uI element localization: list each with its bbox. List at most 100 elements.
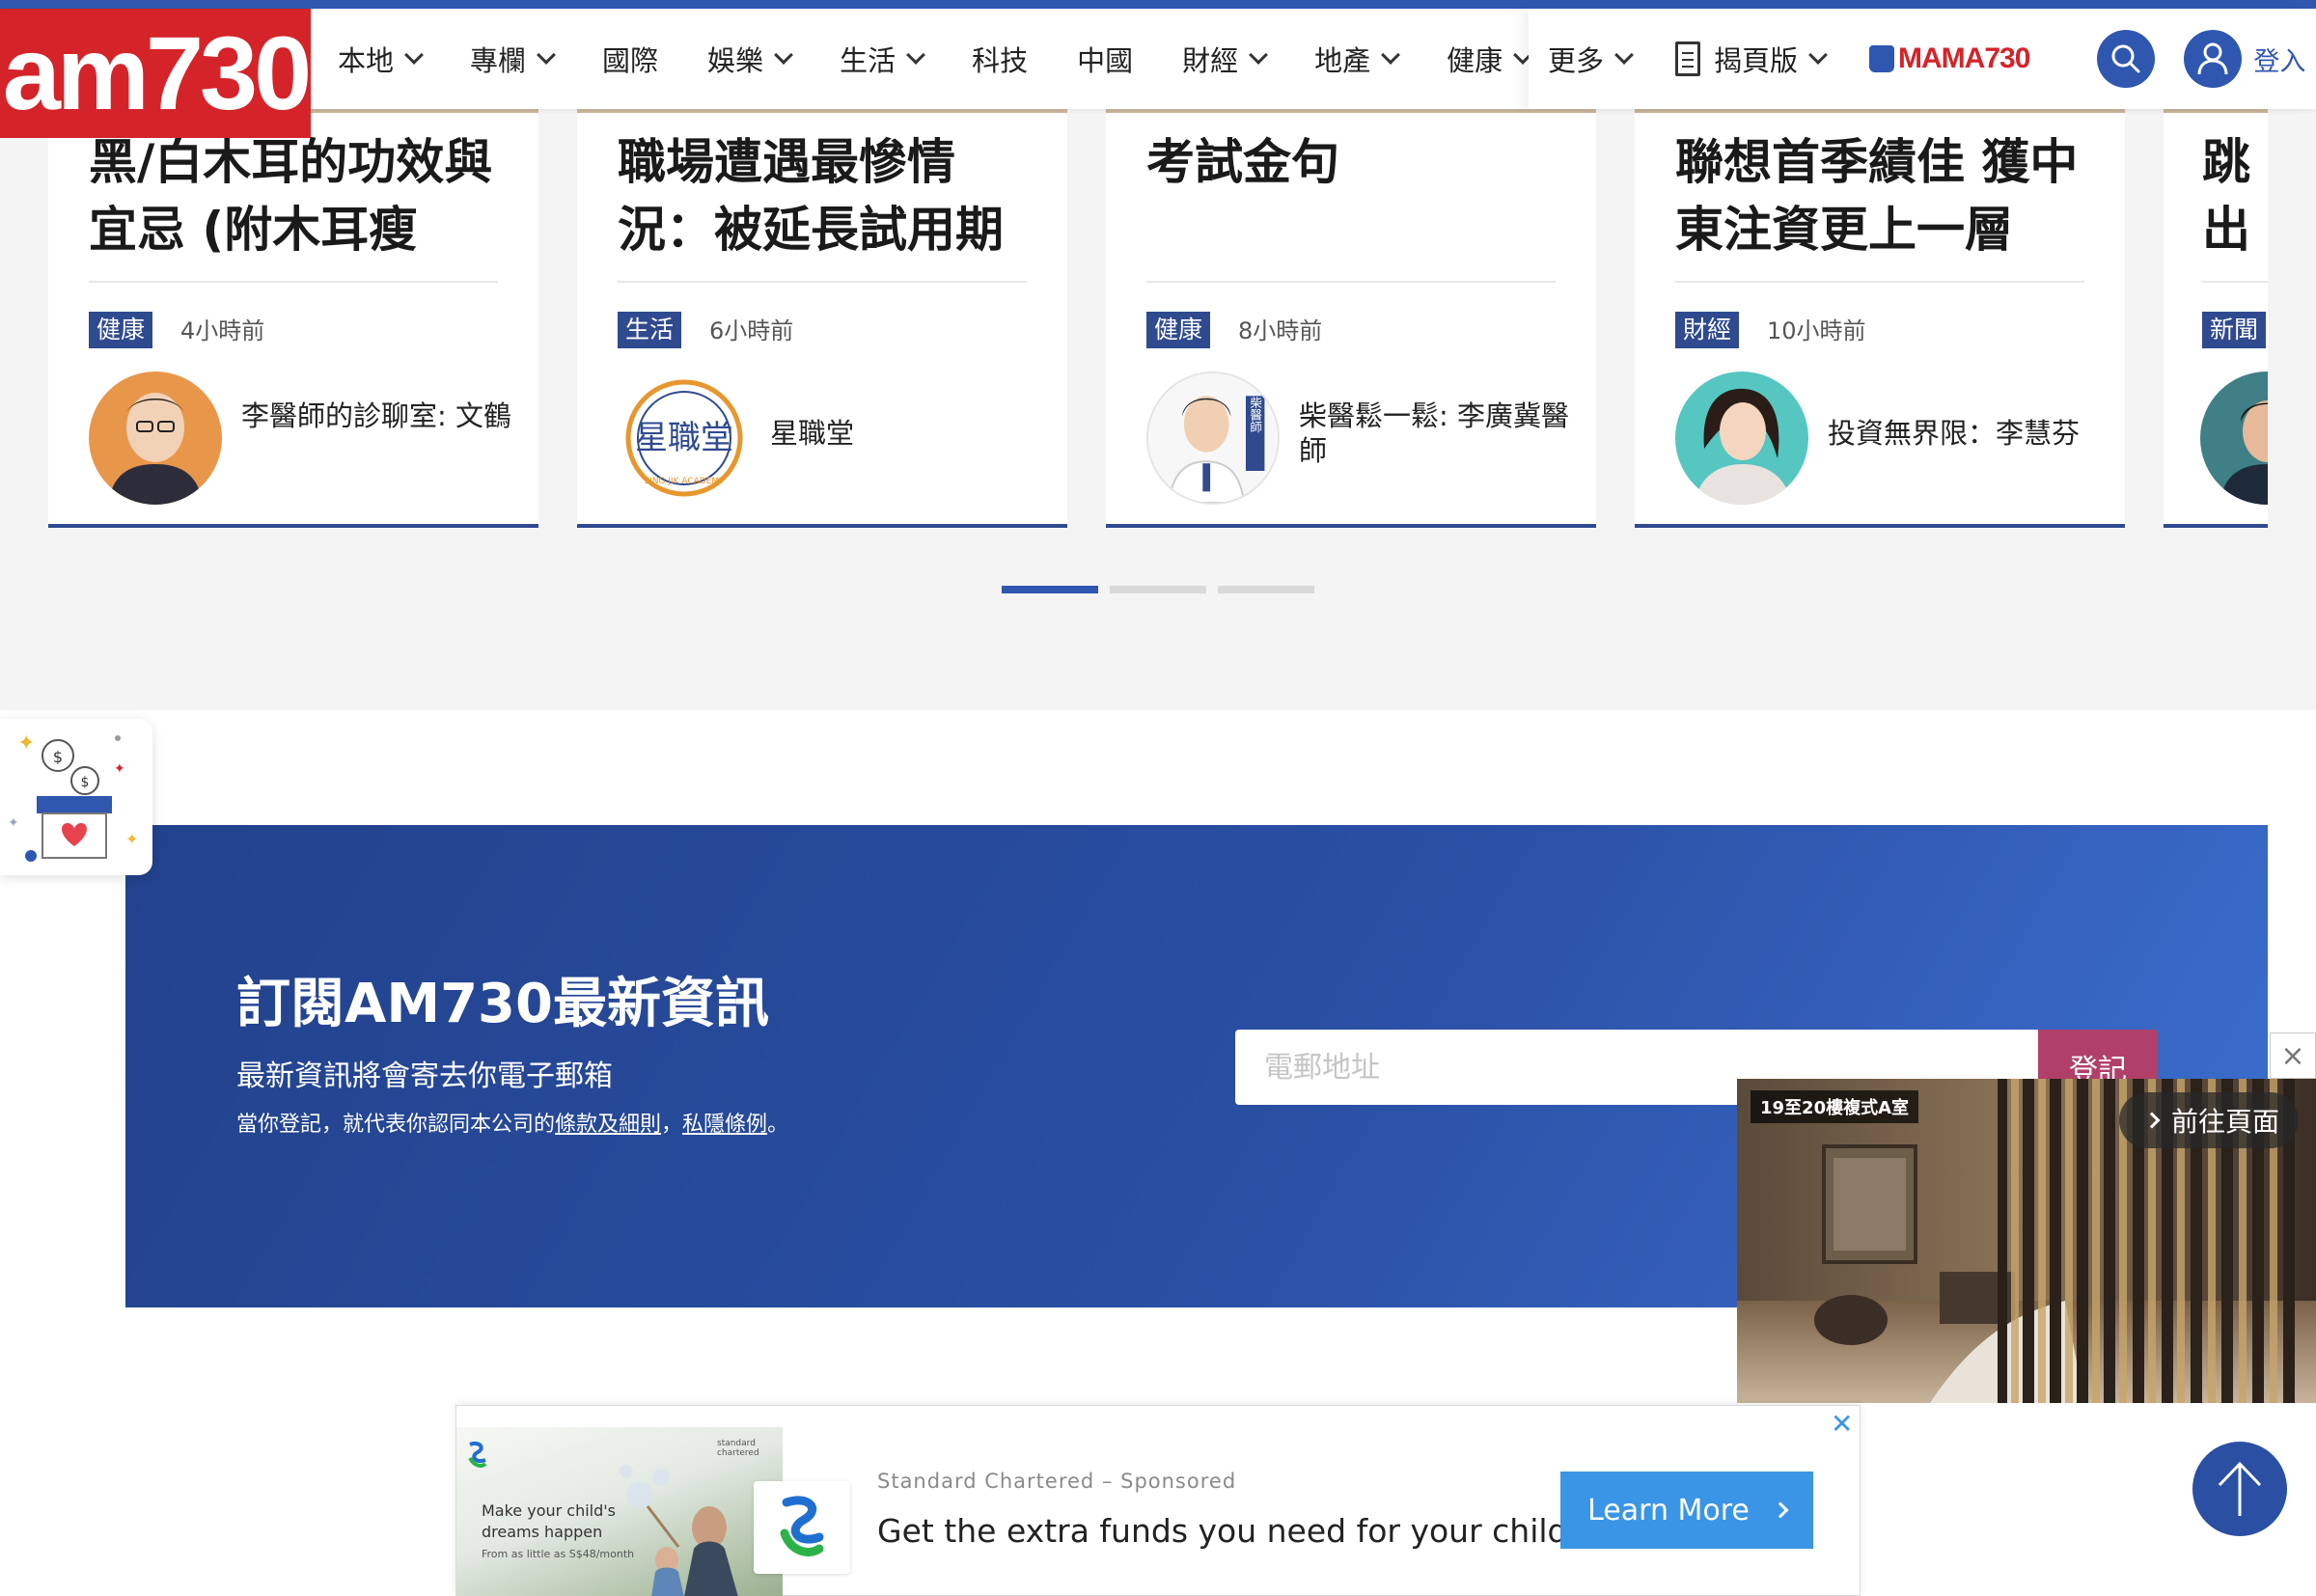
nav-item-china[interactable]: 中國 bbox=[1077, 39, 1133, 79]
card-title[interactable]: 黑/白木耳的功效與宜忌 (附木耳瘦 bbox=[89, 128, 504, 263]
academy-logo-subtext: SING JIK ACADEMY bbox=[644, 477, 725, 486]
carousel-dot[interactable] bbox=[1002, 586, 1098, 593]
timestamp: 8小時前 bbox=[1238, 317, 1323, 344]
nav-item-finance[interactable]: 財經 bbox=[1182, 39, 1269, 79]
column-card[interactable]: 黑/白木耳的功效與宜忌 (附木耳瘦 健康 4小時前 李醫師的診聊室: 文鶴 bbox=[48, 109, 538, 528]
site-logo[interactable]: am730 bbox=[0, 9, 312, 138]
nav-item-columns[interactable]: 專欄 bbox=[470, 39, 556, 79]
main-nav: 本地 專欄 國際 娛樂 生活 科技 中國 財經 地產 健康 體 bbox=[338, 9, 1613, 109]
privacy-link[interactable]: 私隱條例 bbox=[682, 1113, 767, 1137]
author-avatar[interactable] bbox=[89, 371, 222, 505]
timestamp: 6小時前 bbox=[709, 317, 794, 344]
nav-label: 本地 bbox=[338, 44, 395, 77]
card-title[interactable]: 職場遭遇最慘情況：被延長試用期 bbox=[618, 128, 1033, 263]
nav-label: 生活 bbox=[840, 44, 896, 77]
gift-box-icon: ✦ ✦ ✦ ✦ $ $ bbox=[8, 731, 138, 862]
user-avatar-button[interactable] bbox=[2184, 30, 2243, 88]
chevron-down-icon bbox=[774, 45, 793, 65]
category-tag[interactable]: 生活 bbox=[618, 312, 682, 348]
login-label: 登入 bbox=[2253, 46, 2306, 77]
ad-sponsor-name: Standard Chartered bbox=[877, 1470, 1095, 1493]
author-avatar[interactable] bbox=[1675, 371, 1808, 505]
category-tag[interactable]: 財經 bbox=[1675, 312, 1740, 348]
user-icon bbox=[2197, 42, 2228, 75]
category-tag[interactable]: 健康 bbox=[89, 312, 153, 348]
ad-close-icon[interactable]: ✕ bbox=[1831, 1408, 1853, 1440]
nav-label: 地產 bbox=[1314, 44, 1371, 77]
nav-label: 科技 bbox=[972, 44, 1029, 77]
svg-text:✦: ✦ bbox=[114, 761, 125, 777]
card-title[interactable]: 跳出來 bbox=[2202, 128, 2260, 263]
back-to-top-button[interactable] bbox=[2192, 1442, 2287, 1536]
doctor-badge-text: 柴醫師 bbox=[1248, 397, 1262, 434]
category-tag[interactable]: 健康 bbox=[1146, 312, 1211, 348]
carousel-dot[interactable] bbox=[1110, 586, 1206, 593]
author-avatar[interactable]: 柴醫師 bbox=[1146, 371, 1280, 505]
author-avatar[interactable] bbox=[2200, 371, 2268, 505]
flip-label: 揭頁版 bbox=[1714, 44, 1799, 77]
nav-label: 健康 bbox=[1447, 44, 1503, 77]
timestamp: 4小時前 bbox=[180, 317, 265, 344]
nav-item-tech[interactable]: 科技 bbox=[972, 39, 1028, 79]
card-title[interactable]: 考試金句 bbox=[1146, 128, 1561, 263]
nav-item-lifestyle[interactable]: 生活 bbox=[840, 39, 925, 79]
ad-headline[interactable]: Get the extra funds you need for your ch… bbox=[877, 1512, 1567, 1550]
author-name[interactable]: 李醫師的診聊室: 文鶴 bbox=[241, 399, 511, 433]
category-tag[interactable]: 新聞 bbox=[2202, 312, 2267, 348]
chevron-down-icon bbox=[1614, 45, 1634, 65]
chevron-down-icon bbox=[404, 45, 424, 65]
advertiser-logo[interactable] bbox=[754, 1481, 850, 1574]
chevron-right-icon bbox=[1772, 1501, 1789, 1519]
svg-text:✦: ✦ bbox=[17, 731, 35, 756]
top-accent-bar bbox=[0, 0, 2316, 9]
mama730-label: MAMA730 bbox=[1898, 42, 2030, 74]
reward-gift-widget[interactable]: ✦ ✦ ✦ ✦ $ $ bbox=[0, 719, 152, 875]
chevron-right-icon bbox=[2143, 1112, 2161, 1129]
column-card[interactable]: 聯想首季績佳 獲中東注資更上一層 財經 10小時前 投資無界限：李慧芬 bbox=[1635, 109, 2125, 528]
author-name[interactable]: 星職堂 bbox=[770, 416, 1040, 451]
column-card[interactable]: 跳出來 新聞 bbox=[2164, 109, 2268, 528]
nav-item-health[interactable]: 健康 bbox=[1447, 39, 1533, 79]
login-button[interactable]: 登入 bbox=[2184, 30, 2305, 88]
nav-item-more[interactable]: 更多 bbox=[1548, 39, 1634, 79]
academy-logo-text: 星職堂 bbox=[635, 419, 733, 457]
logo-text: am730 bbox=[2, 14, 312, 131]
svg-text:$: $ bbox=[81, 775, 90, 790]
svg-text:✦: ✦ bbox=[8, 815, 19, 831]
nav-item-international[interactable]: 國際 bbox=[602, 39, 658, 79]
newspaper-icon bbox=[1675, 41, 1701, 76]
mama730-link[interactable]: MAMA730 bbox=[1869, 42, 2030, 75]
carousel-pagination bbox=[1002, 586, 1326, 593]
nav-item-flip-edition[interactable]: 揭頁版 bbox=[1675, 39, 1828, 79]
column-card[interactable]: 考試金句 健康 8小時前 柴醫師 柴醫鬆一鬆: 李廣冀醫師 bbox=[1106, 109, 1596, 528]
card-image-edge bbox=[577, 109, 1067, 113]
sponsored-ad[interactable]: standard chartered Make your child's dre… bbox=[455, 1405, 1861, 1596]
search-button[interactable] bbox=[2097, 30, 2156, 88]
nav-item-property[interactable]: 地產 bbox=[1314, 39, 1401, 79]
terms-suffix: 。 bbox=[767, 1113, 789, 1137]
search-icon bbox=[2111, 44, 2140, 73]
shopping-bag-icon bbox=[1869, 45, 1895, 72]
ad-image[interactable]: standard chartered Make your child's dre… bbox=[456, 1427, 783, 1596]
terms-link[interactable]: 條款及細則 bbox=[555, 1113, 661, 1137]
nav-item-local[interactable]: 本地 bbox=[338, 39, 424, 79]
nav-item-entertainment[interactable]: 娛樂 bbox=[707, 39, 793, 79]
divider bbox=[1675, 281, 2084, 283]
card-image-edge bbox=[2164, 109, 2268, 113]
video-close-button[interactable]: × bbox=[2270, 1032, 2316, 1079]
author-avatar[interactable]: 星職堂 SING JIK ACADEMY bbox=[618, 371, 751, 505]
author-name[interactable]: 投資無界限：李慧芬 bbox=[1828, 416, 2098, 451]
carousel-dot[interactable] bbox=[1218, 586, 1314, 593]
bank-logo-icon bbox=[468, 1442, 487, 1468]
chevron-down-icon bbox=[1249, 45, 1269, 65]
card-image-edge bbox=[1106, 109, 1596, 113]
learn-more-label: Learn More bbox=[1587, 1493, 1750, 1527]
learn-more-button[interactable]: Learn More bbox=[1560, 1472, 1813, 1549]
goto-page-button[interactable]: 前往頁面 bbox=[2119, 1092, 2300, 1148]
card-title[interactable]: 聯想首季績佳 獲中東注資更上一層 bbox=[1675, 128, 2090, 263]
header-right-area: 更多 揭頁版 MAMA730 登入 bbox=[1529, 9, 2306, 109]
arrow-up-icon bbox=[2218, 1461, 2262, 1516]
author-name[interactable]: 柴醫鬆一鬆: 李廣冀醫師 bbox=[1299, 399, 1569, 468]
chevron-down-icon bbox=[1808, 45, 1828, 65]
column-card[interactable]: 職場遭遇最慘情況：被延長試用期 生活 6小時前 星職堂 SING JIK ACAD… bbox=[577, 109, 1067, 528]
